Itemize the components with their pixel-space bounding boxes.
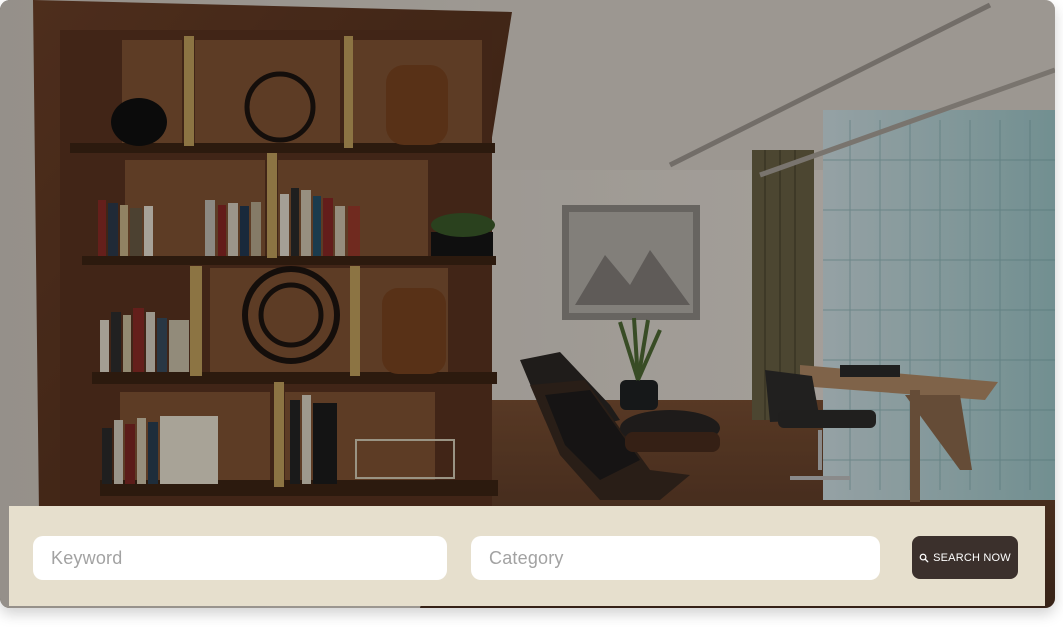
category-input[interactable]: Category: [471, 536, 880, 580]
search-now-label: SEARCH NOW: [933, 551, 1011, 564]
category-placeholder: Category: [489, 547, 564, 568]
keyword-placeholder: Keyword: [51, 547, 123, 568]
search-icon: [919, 553, 929, 562]
search-now-button[interactable]: SEARCH NOW: [912, 536, 1018, 579]
keyword-input[interactable]: Keyword: [33, 536, 447, 580]
search-panel: Keyword Category SEARCH NOW: [9, 506, 1045, 606]
hero-frame: Keyword Category SEARCH NOW: [0, 0, 1055, 608]
